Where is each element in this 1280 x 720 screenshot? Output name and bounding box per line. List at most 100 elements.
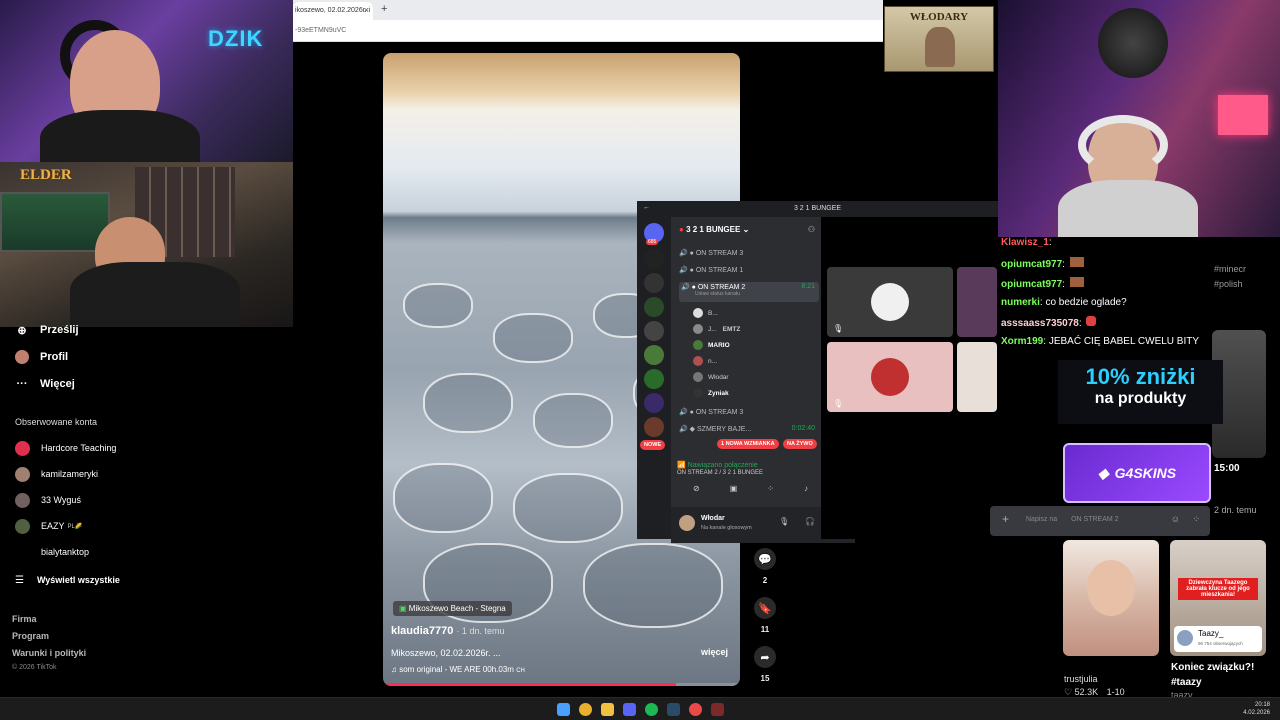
channel-name: SZMERY BAJE... (697, 426, 752, 433)
video-author[interactable]: klaudia7770 · 1 dn. temu (391, 625, 504, 637)
discord-window-title: 3 2 1 BUNGEE (793, 205, 842, 212)
feed-thumbnail[interactable]: Dziewczyna Taazego zabrała klucze od jeg… (1170, 540, 1266, 656)
nav-more-label: Więcej (40, 378, 75, 390)
steam-icon[interactable] (667, 703, 680, 716)
camera-off-icon[interactable]: ⊘ (693, 484, 700, 493)
poster-figure (925, 27, 955, 67)
avatar (15, 518, 30, 534)
account-name: 33 Wyguś (41, 495, 81, 505)
app-icon[interactable] (689, 703, 702, 716)
live-pill[interactable]: NA ŻYWO (783, 439, 817, 449)
back-icon[interactable]: ← (643, 204, 650, 211)
feed-title[interactable]: Koniec związku?! (1171, 662, 1254, 673)
participant-tile[interactable]: 🎙 (827, 342, 953, 412)
browser-tab[interactable]: ikoszewo, 02.02.2026r. i × (293, 2, 373, 20)
comment-button[interactable]: 💬 2 (753, 548, 777, 585)
followed-account[interactable]: 33 Wyguś (15, 492, 81, 508)
followed-account[interactable]: EAZY PL🌽 (15, 518, 82, 534)
feed-hashtag[interactable]: #taazy (1171, 677, 1202, 688)
feed-thumbnail[interactable] (1063, 540, 1159, 656)
soundboard-icon[interactable]: ♪ (804, 484, 808, 493)
server-icon[interactable] (644, 345, 664, 365)
voice-channel[interactable]: 🔊 ● ON STREAM 3 (679, 408, 819, 416)
feed-author[interactable]: trustjulia (1064, 674, 1098, 684)
spotify-icon[interactable] (645, 703, 658, 716)
screen-share-icon[interactable]: ▣ (730, 484, 738, 493)
followed-account[interactable]: kamilzameryki (15, 466, 98, 482)
server-icon[interactable] (644, 249, 664, 269)
avatar[interactable] (679, 515, 695, 531)
footer-terms[interactable]: Warunki i polityki (12, 648, 86, 658)
channel-status[interactable]: Ustaw status kanału (681, 291, 817, 297)
nav-profile[interactable]: Profil (14, 348, 68, 366)
mic-icon[interactable]: 🎙 (779, 517, 789, 526)
video-progress-bar[interactable] (383, 683, 740, 686)
ice-pancake (403, 283, 473, 328)
headset-icon[interactable]: 🎧 (805, 517, 815, 526)
mention-pill[interactable]: 1 NOWA WZMIANKA (717, 439, 779, 449)
chrome-icon[interactable] (579, 703, 592, 716)
voice-channel-active[interactable]: 🔊 ● ON STREAM 2 8:21 Ustaw status kanału (679, 282, 819, 302)
footer-program[interactable]: Program (12, 631, 49, 641)
close-icon[interactable]: × (364, 5, 369, 15)
address-bar[interactable]: -93eETMN9uVC (293, 20, 883, 42)
discord-icon[interactable] (623, 703, 636, 716)
start-icon[interactable] (557, 703, 570, 716)
feed-tag[interactable]: #polish (1214, 279, 1243, 289)
nav-upload[interactable]: ⊕ Prześlij (14, 321, 78, 339)
participant-tile[interactable] (957, 267, 997, 337)
new-tab-button[interactable]: + (381, 3, 387, 15)
voice-user[interactable]: B... (693, 308, 718, 318)
server-name[interactable]: ● 3 2 1 BUNGEE ⌄ (679, 225, 749, 234)
server-icon[interactable] (644, 321, 664, 341)
voice-user[interactable]: n... (693, 356, 717, 366)
video-sound[interactable]: ♫ som original - WE ARE 00h.03m CH (391, 665, 525, 674)
more-button[interactable]: więcej (701, 647, 728, 657)
plus-icon[interactable]: + (1002, 512, 1009, 526)
share-button[interactable]: ➦ 15 (753, 646, 777, 683)
voice-user[interactable]: Zyniak (693, 388, 729, 398)
participant-tile[interactable] (957, 342, 997, 412)
participant-tile[interactable]: 🎙 (827, 267, 953, 337)
nav-more[interactable]: ··· Więcej (14, 375, 75, 393)
voice-user[interactable]: MARIO (693, 340, 730, 350)
footer-company[interactable]: Firma (12, 614, 37, 624)
voice-channel[interactable]: 🔊 ◆ SZMERY BAJE... 0:02:40 (679, 425, 819, 433)
feed-tag[interactable]: #minecr (1214, 264, 1246, 274)
activities-icon[interactable]: ⁘ (767, 484, 774, 493)
show-all-link[interactable]: ☰ Wyświetl wszystkie (15, 572, 120, 588)
poster-title: WŁODARY (909, 11, 969, 23)
person-face (1087, 560, 1135, 616)
save-button[interactable]: 🔖 11 (753, 597, 777, 634)
server-icon[interactable] (644, 393, 664, 413)
location-badge[interactable]: ▣ Mikoszewo Beach - Stegna (393, 601, 512, 616)
folder-icon[interactable] (601, 703, 614, 716)
avatar (15, 492, 30, 508)
emoji-icon[interactable]: ☺ (1171, 514, 1180, 524)
voice-channel[interactable]: 🔊 ● ON STREAM 1 (679, 266, 819, 274)
server-icon[interactable] (644, 369, 664, 389)
apps-icon[interactable]: ⁘ (1192, 514, 1200, 525)
avatar (1177, 630, 1193, 646)
taskbar-clock[interactable]: 20:18 4.02.2026 (1243, 701, 1270, 717)
app-icon[interactable] (711, 703, 724, 716)
voice-user[interactable]: Włodar (693, 372, 729, 382)
followed-account[interactable]: Hardcore Teaching (15, 440, 116, 456)
post-age: 1-10 (1106, 687, 1125, 697)
voice-user[interactable]: J... EMTZ (693, 324, 740, 334)
server-icon[interactable] (644, 417, 664, 437)
add-friend-icon[interactable]: ⚇ (808, 225, 815, 234)
voice-channel[interactable]: 🔊 ● ON STREAM 3 (679, 249, 819, 257)
discord-chat-input[interactable]: + Napisz na ON STREAM 2 ☺ ⁘ (990, 506, 1210, 536)
chat-nick: Klawisz_1 (1001, 237, 1049, 248)
server-icon[interactable] (644, 297, 664, 317)
new-pill[interactable]: NOWE (640, 440, 666, 450)
server-icon: ● (679, 225, 684, 234)
signal-icon: 📶 (677, 462, 686, 469)
promo-discount: 10% zniżki (1085, 364, 1196, 389)
video-description: Mikoszewo, 02.02.2026r. ... (391, 648, 501, 658)
chat-message: numerki: co bedzie oglade? (1001, 297, 1127, 308)
server-icon[interactable] (644, 273, 664, 293)
share-count: 15 (760, 674, 770, 683)
followed-account[interactable]: bialytanktop (15, 544, 89, 560)
